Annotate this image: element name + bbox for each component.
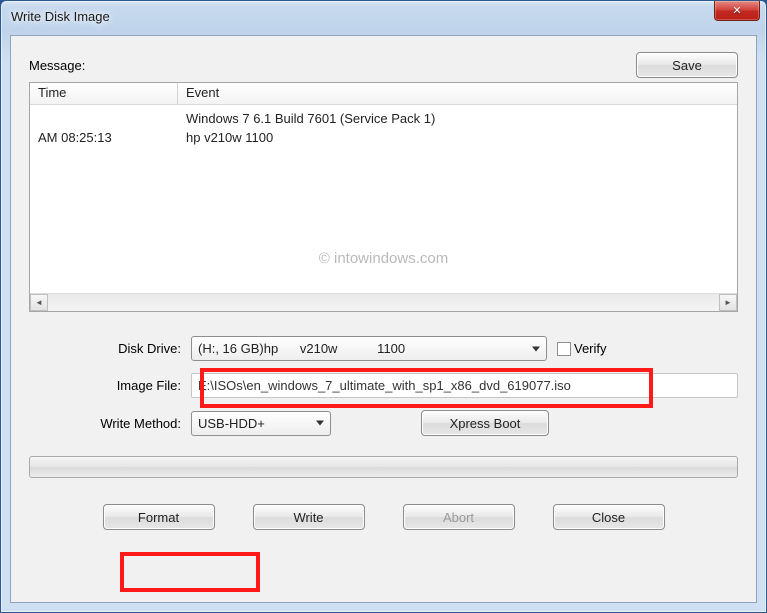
- close-window-button[interactable]: ✕: [714, 1, 760, 21]
- scroll-right-icon[interactable]: ►: [719, 294, 737, 311]
- watermark-text: © intowindows.com: [319, 250, 448, 267]
- progress-bar: [29, 456, 738, 478]
- chevron-down-icon: [316, 421, 324, 426]
- chevron-down-icon: [532, 346, 540, 351]
- image-file-field[interactable]: E:\ISOs\en_windows_7_ultimate_with_sp1_x…: [191, 373, 738, 398]
- message-list-header: Time Event: [30, 83, 737, 105]
- message-label: Message:: [29, 58, 85, 73]
- image-file-value: E:\ISOs\en_windows_7_ultimate_with_sp1_x…: [198, 378, 571, 393]
- save-button[interactable]: Save: [636, 52, 738, 78]
- client-area: Message: Save Time Event Windows 7 6.1 B…: [10, 35, 757, 603]
- disk-drive-label: Disk Drive:: [29, 341, 191, 356]
- message-header-row: Message: Save: [29, 52, 738, 78]
- row-write-method: Write Method: USB-HDD+ Xpress Boot: [29, 410, 738, 436]
- cell-time: [30, 111, 178, 126]
- col-header-event[interactable]: Event: [178, 83, 737, 104]
- image-file-label: Image File:: [29, 378, 191, 393]
- row-image-file: Image File: E:\ISOs\en_windows_7_ultimat…: [29, 373, 738, 398]
- col-header-time[interactable]: Time: [30, 83, 178, 104]
- abort-button: Abort: [403, 504, 515, 530]
- verify-checkbox-wrap[interactable]: Verify: [557, 341, 607, 356]
- close-button[interactable]: Close: [553, 504, 665, 530]
- disk-drive-value: (H:, 16 GB)hp v210w 1100: [198, 341, 405, 356]
- window-title: Write Disk Image: [11, 9, 110, 24]
- bottom-button-row: Format Write Abort Close: [29, 504, 738, 530]
- format-button[interactable]: Format: [103, 504, 215, 530]
- cell-event: hp v210w 1100: [178, 130, 737, 145]
- scroll-track[interactable]: [48, 294, 719, 311]
- message-list: Time Event Windows 7 6.1 Build 7601 (Ser…: [29, 82, 738, 312]
- form-area: Disk Drive: (H:, 16 GB)hp v210w 1100 Ver…: [29, 336, 738, 436]
- close-icon: ✕: [732, 4, 741, 17]
- cell-event: Windows 7 6.1 Build 7601 (Service Pack 1…: [178, 111, 737, 126]
- titlebar[interactable]: Write Disk Image ✕: [1, 1, 766, 31]
- write-method-combo[interactable]: USB-HDD+: [191, 411, 331, 436]
- horizontal-scrollbar[interactable]: ◄ ►: [30, 293, 737, 311]
- table-row[interactable]: Windows 7 6.1 Build 7601 (Service Pack 1…: [30, 109, 737, 128]
- write-button[interactable]: Write: [253, 504, 365, 530]
- message-list-body[interactable]: Windows 7 6.1 Build 7601 (Service Pack 1…: [30, 105, 737, 293]
- write-method-label: Write Method:: [29, 416, 191, 431]
- scroll-left-icon[interactable]: ◄: [30, 294, 48, 311]
- row-disk-drive: Disk Drive: (H:, 16 GB)hp v210w 1100 Ver…: [29, 336, 738, 361]
- xpress-boot-button[interactable]: Xpress Boot: [421, 410, 549, 436]
- cell-time: AM 08:25:13: [30, 130, 178, 145]
- window-frame: Write Disk Image ✕ Message: Save Time Ev…: [0, 0, 767, 613]
- verify-label: Verify: [574, 341, 607, 356]
- verify-checkbox[interactable]: [557, 342, 571, 356]
- disk-drive-combo[interactable]: (H:, 16 GB)hp v210w 1100: [191, 336, 547, 361]
- write-method-value: USB-HDD+: [198, 416, 265, 431]
- table-row[interactable]: AM 08:25:13 hp v210w 1100: [30, 128, 737, 147]
- annotation-highlight-format: [120, 552, 260, 592]
